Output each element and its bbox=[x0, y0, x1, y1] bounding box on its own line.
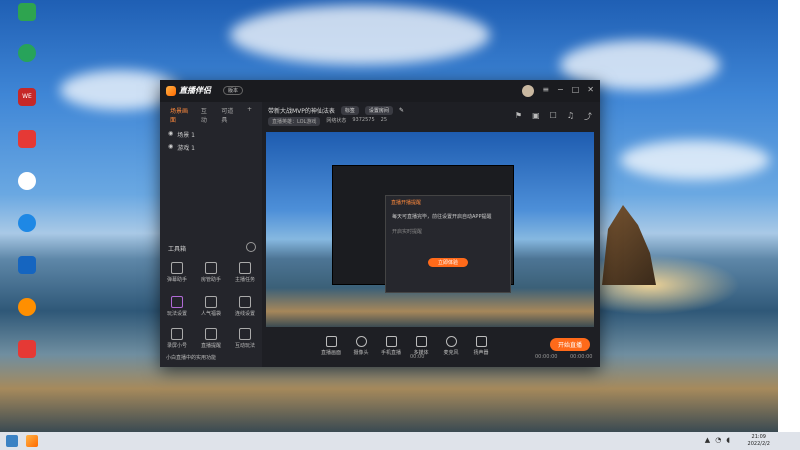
scene-item[interactable]: ◉ 场景 1 bbox=[160, 128, 262, 141]
tab-scenes[interactable]: 场景画面 bbox=[170, 106, 191, 124]
desktop-icon[interactable] bbox=[9, 130, 45, 150]
media-button[interactable]: 多媒体 bbox=[408, 336, 434, 356]
rock-formation bbox=[602, 205, 656, 285]
phone-live-button[interactable]: 手机直播 bbox=[378, 336, 404, 356]
close-icon[interactable]: ✕ bbox=[587, 85, 594, 97]
app-logo-icon bbox=[166, 85, 176, 96]
reminder-popup[interactable]: 直播开播提醒 每天可直播完毕，前往设置开启自动APP提醒 开启实时提醒 立即体验 bbox=[385, 195, 511, 293]
speaker-button[interactable]: 扬声器 bbox=[468, 336, 494, 356]
live-app-window: 直播伴侣 版本 ≡ − □ ✕ 场景画面 互动 可道具 + ◉ 场景 1 ◉ 游戏 … bbox=[160, 80, 600, 367]
desktop-icon[interactable] bbox=[9, 214, 45, 234]
title-bar: 直播伴侣 版本 ≡ − □ ✕ bbox=[160, 80, 600, 102]
room-id: 9372575 bbox=[352, 117, 375, 123]
desktop-icon[interactable] bbox=[9, 172, 45, 192]
time: 21:09 bbox=[751, 434, 766, 440]
share-icon[interactable]: ⤴ bbox=[584, 111, 592, 122]
live-preview[interactable]: 直播开播提醒 每天可直播完毕，前往设置开启自动APP提醒 开启实时提醒 立即体验 bbox=[266, 132, 594, 327]
scene-item[interactable]: ◉ 游戏 1 bbox=[160, 141, 262, 154]
bell-icon[interactable]: ♫ bbox=[567, 111, 574, 122]
edit-icon[interactable]: ✎ bbox=[399, 107, 404, 114]
network-status: 网络状态 bbox=[326, 118, 347, 124]
room-settings-button[interactable]: 设置房间 bbox=[364, 106, 393, 115]
popup-confirm-button[interactable]: 立即体验 bbox=[428, 258, 469, 267]
tab-interact[interactable]: 互动 bbox=[201, 106, 211, 124]
desktop-icon[interactable]: WE bbox=[9, 88, 45, 108]
lock-icon[interactable]: ▣ bbox=[532, 111, 540, 122]
desktop-icon[interactable] bbox=[9, 44, 45, 64]
screen-capture-button[interactable]: 直播画面 bbox=[318, 336, 344, 356]
tool-item[interactable]: 弹幕助手 bbox=[160, 262, 194, 283]
tool-item[interactable]: 房管助手 bbox=[194, 262, 228, 283]
gift-icon[interactable]: ⚑ bbox=[515, 111, 522, 122]
viewer-count: 25 bbox=[380, 117, 388, 123]
tool-item[interactable]: 录屏小号 bbox=[160, 328, 194, 349]
popup-title: 直播开播提醒 bbox=[391, 200, 422, 206]
room-title[interactable]: 带新大战MVP的神仙法表 bbox=[268, 106, 335, 115]
left-panel: 场景画面 互动 可道具 + ◉ 场景 1 ◉ 游戏 1 工具箱 弹幕助手 房管助手 … bbox=[160, 102, 262, 367]
main-area: 带新大战MVP的神仙法表 标签 设置房间 ✎ 直播英雄：LOL游戏 网络状态 9… bbox=[262, 102, 600, 367]
settings-icon[interactable] bbox=[246, 242, 256, 252]
taskbar-app-icon[interactable] bbox=[26, 435, 38, 447]
tool-item[interactable]: 人气福袋 bbox=[194, 296, 228, 317]
cart-icon[interactable]: ☐ bbox=[550, 111, 557, 122]
footer-note[interactable]: 小白直播中的实用功能 bbox=[166, 354, 216, 361]
control-bar: 直播画面 摄像头 手机直播 多媒体 麦克风 扬声器 开始直播 bbox=[262, 330, 600, 367]
tray-icon[interactable]: ▲ bbox=[705, 436, 710, 444]
tool-item[interactable]: 互动玩法 bbox=[228, 328, 262, 349]
camera-button[interactable]: 摄像头 bbox=[348, 336, 374, 356]
stat-item: 00:00:00 bbox=[570, 354, 593, 360]
tool-item[interactable]: 主播任务 bbox=[228, 262, 262, 283]
room-category[interactable]: 直播英雄：LOL游戏 bbox=[268, 117, 321, 126]
start-icon[interactable] bbox=[6, 435, 18, 447]
tab-props[interactable]: 可道具 bbox=[221, 106, 237, 124]
start-live-button[interactable]: 开始直播 bbox=[549, 338, 590, 351]
date: 2022/2/2 bbox=[747, 441, 770, 447]
stat-item: 00:00:00 bbox=[535, 354, 558, 360]
minimize-icon[interactable]: − bbox=[557, 85, 564, 97]
tool-item[interactable]: 玩法设置 bbox=[160, 296, 194, 317]
desktop-icon[interactable] bbox=[9, 3, 45, 23]
version-badge[interactable]: 版本 bbox=[223, 86, 244, 95]
wifi-icon[interactable]: ◔ bbox=[715, 436, 721, 444]
desktop-icon[interactable] bbox=[9, 298, 45, 318]
taskbar: ▲ ◔ ◖ 21:09 2022/2/2 bbox=[0, 432, 800, 450]
avatar[interactable] bbox=[522, 85, 535, 97]
desktop-icon[interactable] bbox=[9, 256, 45, 276]
microphone-button[interactable]: 麦克风 bbox=[438, 336, 464, 356]
maximize-icon[interactable]: □ bbox=[572, 85, 580, 97]
menu-icon[interactable]: ≡ bbox=[542, 85, 549, 97]
popup-text: 每天可直播完毕，前往设置开启自动APP提醒 bbox=[392, 214, 492, 220]
eye-icon[interactable]: ◉ bbox=[168, 130, 173, 139]
desktop-wallpaper: WE 直播伴侣 版本 ≡ − □ ✕ 场景画面 互动 可道具 + ◉场景 1 bbox=[0, 0, 800, 432]
volume-icon[interactable]: ◖ bbox=[726, 436, 730, 444]
room-tag[interactable]: 标签 bbox=[340, 106, 359, 115]
tool-item[interactable]: 直播提醒 bbox=[194, 328, 228, 349]
clock[interactable]: 21:09 2022/2/2 bbox=[748, 434, 770, 448]
popup-link[interactable]: 开启实时提醒 bbox=[386, 224, 510, 239]
eye-icon[interactable]: ◉ bbox=[168, 143, 173, 152]
scrollbar[interactable] bbox=[778, 0, 800, 432]
add-scene-icon[interactable]: + bbox=[247, 106, 252, 124]
tool-item[interactable]: 连线设置 bbox=[228, 296, 262, 317]
toolbox-title: 工具箱 bbox=[168, 246, 187, 253]
desktop-icon[interactable] bbox=[9, 340, 45, 360]
nested-app-capture: 直播开播提醒 每天可直播完毕，前往设置开启自动APP提醒 开启实时提醒 立即体验 bbox=[332, 165, 514, 293]
app-name: 直播伴侣 bbox=[179, 86, 211, 95]
stat-item: 00:00 bbox=[410, 354, 425, 360]
